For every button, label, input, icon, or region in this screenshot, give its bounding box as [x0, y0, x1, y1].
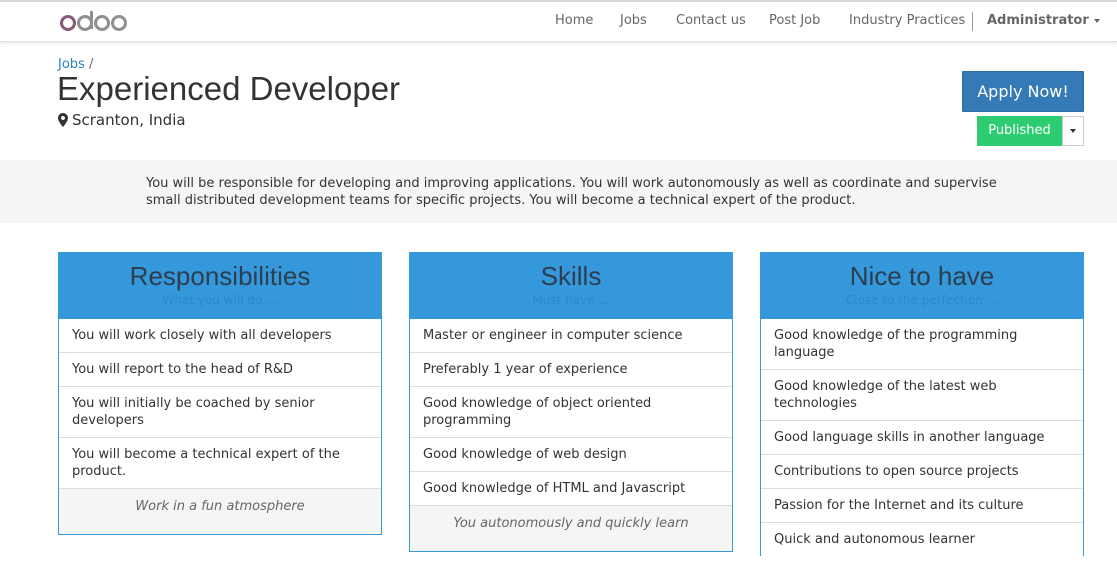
- list-item: Contributions to open source projects: [761, 454, 1083, 488]
- list-item: Quick and autonomous learner: [761, 522, 1083, 556]
- card-footer: Work in a fun atmosphere: [59, 488, 381, 534]
- card-list: Master or engineer in computer science P…: [410, 319, 732, 505]
- card-skills: Skills Must have ... Master or engineer …: [409, 252, 733, 552]
- card-subtitle: Close to the perfection ...: [845, 293, 999, 307]
- list-item: Good knowledge of web design: [410, 437, 732, 471]
- list-item: Good knowledge of the programming langua…: [774, 328, 1018, 360]
- user-menu[interactable]: Administrator: [987, 13, 1100, 28]
- list-item: Good knowledge of object oriented progra…: [410, 386, 732, 437]
- nav-contact-us[interactable]: Contact us: [676, 13, 746, 28]
- list-item: Master or engineer in computer science: [423, 328, 683, 343]
- list-item: Preferably 1 year of experience: [410, 352, 732, 386]
- card-subtitle: Must have ...: [532, 293, 610, 307]
- card-footer: You autonomously and quickly learn: [410, 505, 732, 551]
- nav-jobs[interactable]: Jobs: [620, 13, 647, 28]
- nav-home[interactable]: Home: [555, 13, 593, 28]
- card-title: Nice to have: [849, 261, 995, 291]
- nav-post-job[interactable]: Post Job: [769, 13, 820, 28]
- card-title: Skills: [540, 261, 602, 291]
- card-responsibilities: Responsibilities What you will do ... Yo…: [58, 252, 382, 535]
- top-navbar: Home Jobs Contact us Post Job Industry P…: [0, 0, 1117, 42]
- nav-divider: [972, 12, 973, 31]
- list-item: Passion for the Internet and its culture: [761, 488, 1083, 522]
- card-nice-to-have: Nice to have Close to the perfection ...…: [760, 252, 1084, 556]
- list-item: You will become a technical expert of th…: [59, 437, 381, 488]
- caret-down-icon: [1093, 18, 1100, 23]
- list-item: Good knowledge of HTML and Javascript: [410, 471, 732, 505]
- user-name: Administrator: [987, 13, 1089, 28]
- list-item: You will work closely with all developer…: [72, 328, 332, 343]
- job-location: Scranton, India: [58, 111, 186, 129]
- card-title: Responsibilities: [129, 261, 311, 291]
- job-intro-band: You will be responsible for developing a…: [0, 160, 1117, 223]
- published-button[interactable]: Published: [977, 116, 1062, 146]
- card-list: You will work closely with all developer…: [59, 319, 381, 488]
- publish-dropdown-toggle[interactable]: [1062, 116, 1084, 146]
- page-title: Experienced Developer: [57, 70, 401, 107]
- card-header: Responsibilities What you will do ...: [59, 253, 381, 319]
- list-item: You will initially be coached by senior …: [59, 386, 381, 437]
- list-item: Good knowledge of the latest web technol…: [761, 369, 1083, 420]
- list-item: You will report to the head of R&D: [59, 352, 381, 386]
- odoo-logo[interactable]: [60, 8, 130, 36]
- location-text: Scranton, India: [72, 111, 186, 129]
- card-list: Good knowledge of the programming langua…: [761, 319, 1083, 556]
- apply-now-button[interactable]: Apply Now!: [962, 71, 1084, 112]
- list-item: Good language skills in another language: [761, 420, 1083, 454]
- job-intro-text: You will be responsible for developing a…: [146, 176, 997, 208]
- card-subtitle: What you will do ...: [162, 293, 278, 307]
- card-header: Skills Must have ...: [410, 253, 732, 319]
- map-marker-icon: [58, 113, 68, 127]
- nav-industry-practices[interactable]: Industry Practices: [849, 13, 965, 28]
- caret-down-icon: [1070, 129, 1076, 133]
- card-header: Nice to have Close to the perfection ...: [761, 253, 1083, 319]
